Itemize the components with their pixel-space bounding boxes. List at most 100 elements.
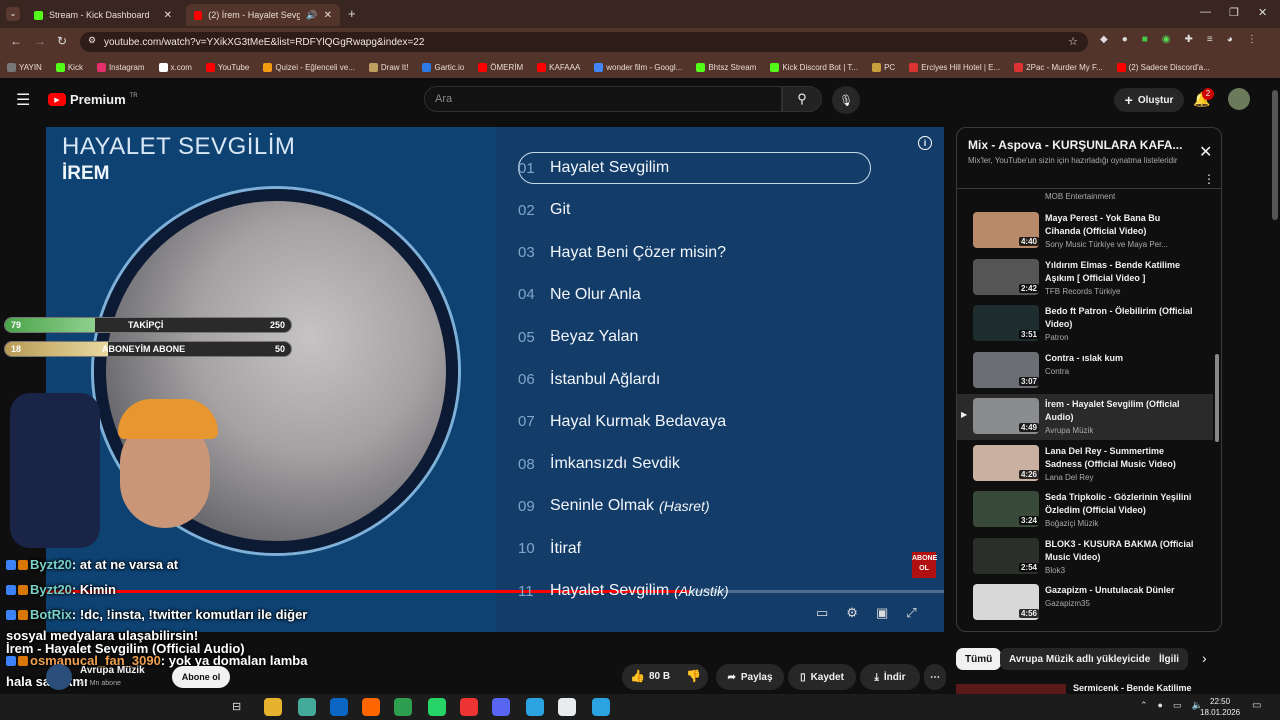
playlist-item-channel[interactable]: Lana Del Rey (1045, 473, 1093, 482)
playlist-item-title[interactable]: Alper Ayyıldız - Ağustos (1045, 631, 1195, 632)
playlist-item-title[interactable]: Yıldırım Elmas - Bende Katilime Aşıkım [… (1045, 259, 1195, 285)
page-scrollbar[interactable] (1272, 90, 1278, 220)
playlist-item[interactable]: 4:56 Gazapizm - Unutulacak Dünler Gazapizm… (957, 580, 1213, 626)
playlist-item[interactable]: 3:51 Bedo ft Patron - Ölebilirim (Officia… (957, 301, 1213, 347)
info-icon[interactable]: i (918, 136, 932, 150)
playlist-more-icon[interactable]: ⋮ (1203, 172, 1215, 186)
miniplayer-icon[interactable]: ▣ (876, 605, 888, 621)
bookmark-item[interactable]: YouTube (199, 62, 256, 72)
playlist-item-channel[interactable]: Avrupa Müzik (1045, 426, 1093, 435)
playlist-item-title[interactable]: Maya Perest - Yok Bana Bu Cihanda (Offic… (1045, 212, 1195, 238)
playlist-thumbnail[interactable]: 4:26 (973, 444, 1039, 481)
playlist-item[interactable]: 2:42 Yıldırım Elmas - Bende Katilime Aşık… (957, 255, 1213, 301)
minimize-button[interactable]: — (1200, 6, 1211, 18)
menu-hamburger-icon[interactable]: ☰ (16, 90, 30, 110)
playlist-item[interactable]: 3:07 Contra - ıslak kum Contra (957, 348, 1213, 394)
playlist-thumbnail[interactable]: 3:24 (973, 491, 1039, 527)
playlist-thumbnail[interactable]: 4:56 (973, 584, 1039, 620)
audio-icon[interactable]: 🔊 (306, 10, 317, 21)
reload-button[interactable]: ↻ (57, 34, 67, 48)
file-explorer-icon[interactable] (298, 698, 316, 716)
extension-icon[interactable]: ● (1122, 34, 1128, 50)
settings-gear-icon[interactable]: ⚙ (846, 605, 858, 621)
tab-kick-dashboard[interactable]: Stream - Kick Dashboard ✕ (26, 4, 180, 26)
playlist-item[interactable]: 4:40 Maya Perest - Yok Bana Bu Cihanda (O… (957, 208, 1213, 254)
tab-search-button[interactable]: ⌄ (6, 7, 20, 21)
opera-icon[interactable] (460, 698, 478, 716)
close-tab-icon[interactable]: ✕ (164, 10, 172, 21)
playlist-item-title[interactable]: İrem - Hayalet Sevgilim (Official Audio) (1045, 398, 1195, 424)
playlist-thumbnail[interactable] (973, 630, 1039, 631)
search-input[interactable]: Ara (424, 86, 782, 112)
save-button[interactable]: ▯ Kaydet (788, 664, 856, 690)
playlist-thumbnail[interactable]: 3:51 (973, 305, 1039, 341)
playlist-item-title[interactable]: Gazapizm - Unutulacak Dünler (1045, 584, 1195, 597)
back-button[interactable]: ← (10, 34, 22, 48)
extension-icon[interactable]: ◆ (1100, 34, 1108, 50)
chip-all[interactable]: Tümü (956, 648, 1002, 670)
bookmark-item[interactable]: KAFAAA (530, 62, 587, 72)
telegram-icon[interactable] (526, 698, 544, 716)
playlist-thumbnail[interactable]: 4:40 (973, 212, 1039, 248)
download-button[interactable]: ⤓ İndir (860, 664, 920, 690)
bookmark-item[interactable]: wonder film - Googl... (587, 62, 689, 72)
avatar[interactable] (1228, 88, 1250, 110)
bookmark-item[interactable]: Quizei - Eğlenceli ve... (256, 62, 362, 72)
profile-icon[interactable]: ◕ (1227, 34, 1233, 50)
bookmark-item[interactable]: Kick (49, 62, 90, 72)
thumbs-up-icon[interactable]: 👍 (630, 669, 645, 683)
new-tab-button[interactable]: + (348, 6, 356, 21)
site-info-icon[interactable]: ⚙ (88, 35, 96, 46)
playlist-item[interactable]: 4:26 Lana Del Rey - Summertime Sadness (O… (957, 441, 1213, 487)
bookmark-item[interactable]: Bhtsz Stream (689, 62, 763, 72)
more-actions-button[interactable]: ⋯ (924, 664, 946, 690)
chevron-up-icon[interactable]: ⌃ (1140, 700, 1148, 711)
playlist-item-channel[interactable]: Gazapizm35 (1045, 599, 1090, 608)
playlist-item-title[interactable]: Contra - ıslak kum (1045, 352, 1195, 365)
youtube-logo[interactable]: ▶ Premium TR (48, 92, 138, 107)
playlist-item-channel[interactable]: Boğaziçi Müzik (1045, 519, 1098, 528)
playlist-item-channel[interactable]: TFB Records Türkiye (1045, 287, 1120, 296)
subscribe-watermark[interactable]: ABONE OL (912, 552, 937, 578)
forward-button[interactable]: → (34, 34, 46, 48)
playlist-title[interactable]: Mix - Aspova - KURŞUNLARA KAFA... (968, 138, 1182, 152)
fullscreen-icon[interactable]: ⤢ (906, 605, 916, 621)
media-icon[interactable]: ≡ (1207, 34, 1213, 50)
extension-icon[interactable]: ■ (1142, 34, 1148, 50)
tab-youtube[interactable]: (2) İrem - Hayalet Sevgilim 🔊 ✕ (186, 4, 340, 26)
next-video-thumb[interactable] (956, 684, 1066, 694)
channel-name[interactable]: Avrupa Müzik (80, 665, 145, 676)
address-bar[interactable]: ⚙ youtube.com/watch?v=YXikXG3tMeE&list=RD… (80, 32, 1088, 52)
next-video-title[interactable]: Sermicenk - Bende Katilime (1073, 683, 1192, 693)
subscribe-button[interactable]: Abone ol (172, 666, 230, 688)
channel-avatar[interactable] (46, 664, 72, 690)
playlist-scrollbar[interactable] (1215, 354, 1219, 442)
puzzle-icon[interactable]: ✚ (1185, 34, 1193, 50)
bookmark-item[interactable]: PC (865, 62, 902, 72)
playlist-item-title[interactable]: Bedo ft Patron - Ölebilirim (Official Vi… (1045, 305, 1195, 331)
playlist-item[interactable]: ▶ 4:49 İrem - Hayalet Sevgilim (Official A… (957, 394, 1213, 440)
notifications-icon[interactable]: ▭ (1252, 700, 1261, 711)
clock[interactable]: 22:50 18.01.2026 (1200, 696, 1240, 718)
bookmark-item[interactable]: Instagram (90, 62, 152, 72)
subtitles-icon[interactable]: ▭ (816, 605, 828, 621)
create-button[interactable]: + Oluştur (1114, 88, 1184, 112)
bookmark-item[interactable]: Kick Discord Bot | T... (763, 62, 865, 72)
mic-icon[interactable]: ● (1158, 700, 1163, 711)
like-count[interactable]: 80 B (649, 671, 670, 682)
xbox-icon[interactable] (394, 698, 412, 716)
bookmark-item[interactable]: 2Pac - Murder My F... (1007, 62, 1109, 72)
bookmark-item[interactable]: Gartic.io (415, 62, 471, 72)
playlist-thumbnail[interactable]: 3:07 (973, 351, 1039, 388)
bookmark-item[interactable]: Draw It! (362, 62, 416, 72)
playlist-item-channel[interactable]: Contra (1045, 367, 1069, 376)
bookmark-item[interactable]: Erciyes Hill Hotel | E... (902, 62, 1007, 72)
playlist-thumbnail[interactable]: 2:42 (973, 258, 1039, 295)
discord-icon[interactable] (492, 698, 510, 716)
chrome-icon[interactable] (558, 698, 576, 716)
bookmark-star-icon[interactable]: ☆ (1068, 35, 1078, 48)
playlist-item-channel[interactable]: Blok3 (1045, 566, 1065, 575)
thumbs-down-icon[interactable]: 👎 (686, 669, 701, 683)
playlist-item[interactable]: 2:54 BLOK3 - KUSURA BAKMA (Official Music… (957, 534, 1213, 580)
playlist-item-title[interactable]: Seda Tripkolic - Gözlerinin Yeşilini Özl… (1045, 491, 1195, 517)
